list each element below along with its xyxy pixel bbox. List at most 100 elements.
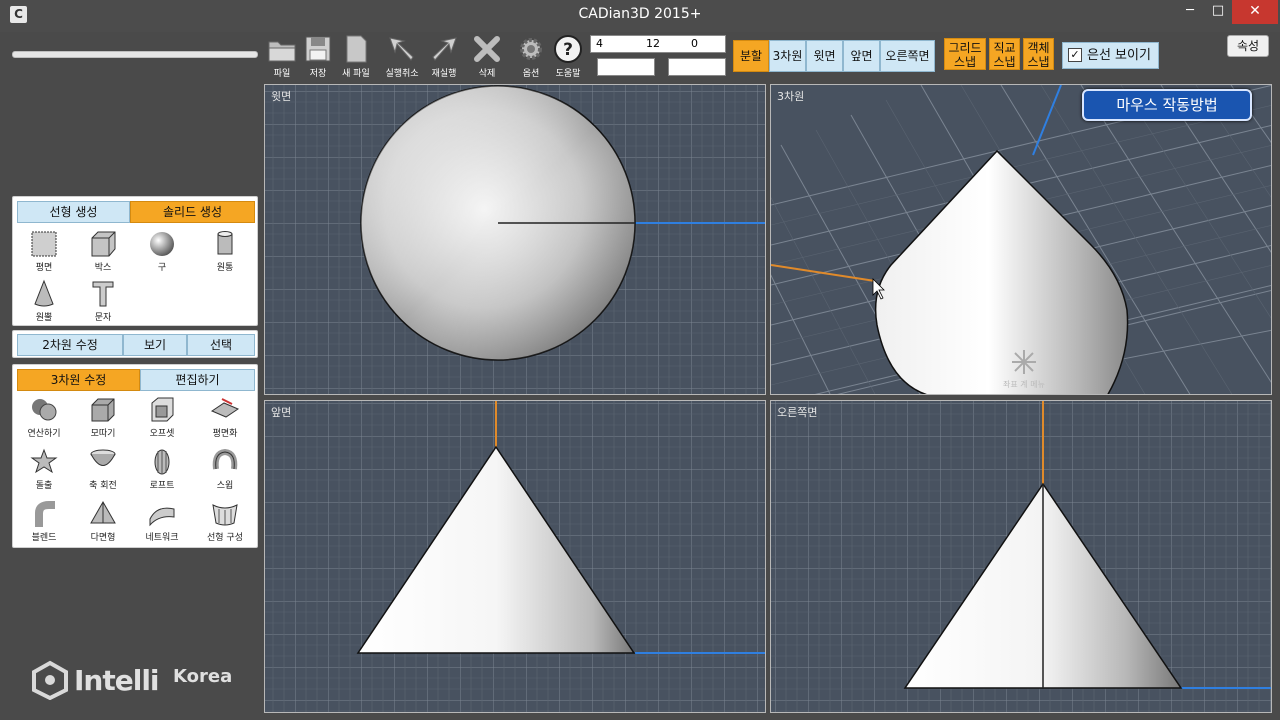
network-tool[interactable]: 네트워크 (134, 499, 190, 549)
help-icon: ? (554, 35, 582, 63)
extrude-label: 돌출 (35, 481, 53, 491)
blend-label: 블렌드 (31, 533, 57, 543)
hidden-line-checkbox[interactable]: ✓ (1068, 48, 1082, 62)
intelli-korea-logo: Intelli Korea (30, 660, 250, 704)
help-button[interactable]: ? 도움말 (548, 32, 588, 80)
tab-edit[interactable]: 편집하기 (140, 369, 255, 391)
sphere-tool[interactable]: 구 (134, 229, 190, 279)
minimize-button[interactable]: ─ (1176, 0, 1204, 24)
flatten-tool[interactable]: 평면화 (197, 395, 253, 445)
new-file-button[interactable]: 새 파일 (336, 32, 376, 80)
blend-pipe-icon (35, 501, 55, 527)
coord-z: 0 (691, 37, 698, 50)
hidden-line-toggle[interactable]: ✓ 은선 보이기 (1062, 42, 1159, 69)
coord-input-b[interactable] (668, 58, 726, 76)
viewport-right-label: 오른쪽면 (777, 406, 818, 419)
viewport-top-canvas (265, 85, 765, 394)
chamfer-label: 모따기 (90, 429, 116, 439)
tab-view[interactable]: 보기 (123, 334, 187, 356)
box-tool[interactable]: 박스 (75, 229, 131, 279)
polyhedron-tool[interactable]: 다면형 (75, 499, 131, 549)
undo-button[interactable]: 실행취소 (382, 32, 422, 80)
sphere-label: 구 (157, 263, 167, 273)
help-label: 도움말 (555, 69, 581, 79)
tab-line-create[interactable]: 선형 생성 (17, 201, 130, 223)
plane-tool[interactable]: 평면 (16, 229, 72, 279)
view-3d-button[interactable]: 3차원 (769, 40, 806, 72)
split-view-button[interactable]: 분할 (733, 40, 769, 72)
flatten-icon (210, 398, 240, 418)
right-view-button[interactable]: 오른쪽면 (880, 40, 935, 72)
properties-button[interactable]: 속성 (1227, 35, 1269, 57)
cylinder-icon (217, 231, 233, 255)
ortho-snap-button[interactable]: 직교 스냅 (989, 38, 1020, 70)
coordinate-menu-watermark: 좌표 계 메뉴 (994, 347, 1054, 394)
extrude-star-icon (30, 448, 58, 474)
modify3d-panel: 3차원 수정 편집하기 연산하기 모따기 오프셋 평면화 돌출 축 회전 로프트… (12, 364, 258, 548)
cone-tool[interactable]: 원뿔 (16, 279, 72, 329)
text-label: 문자 (94, 313, 112, 323)
loft-tool[interactable]: 로프트 (134, 447, 190, 497)
cylinder-label: 원통 (216, 263, 234, 273)
sweep-label: 스윕 (216, 481, 234, 491)
delete-button[interactable]: 삭제 (467, 32, 507, 80)
cylinder-tool[interactable]: 원통 (197, 229, 253, 279)
chamfer-tool[interactable]: 모따기 (75, 395, 131, 445)
new-file-label: 새 파일 (342, 69, 370, 79)
box-label: 박스 (94, 263, 112, 273)
offset-tool[interactable]: 오프셋 (134, 395, 190, 445)
plane-label: 평면 (35, 263, 53, 273)
boolean-spheres-icon (32, 399, 57, 421)
network-label: 네트워크 (145, 533, 179, 543)
viewport-top[interactable]: 윗면 (264, 84, 766, 395)
sweep-tool[interactable]: 스윕 (197, 447, 253, 497)
network-surface-icon (149, 507, 175, 527)
coord-x: 4 (596, 37, 603, 50)
viewport-front-label: 앞면 (271, 406, 292, 419)
boolean-tool[interactable]: 연산하기 (16, 395, 72, 445)
options-gear-icon (520, 38, 542, 60)
top-view-button[interactable]: 윗면 (806, 40, 843, 72)
revolve-funnel-icon (90, 449, 116, 466)
tab-2d-modify[interactable]: 2차원 수정 (17, 334, 123, 356)
plane-icon (31, 231, 57, 257)
offset-label: 오프셋 (149, 429, 175, 439)
object-snap-label-2: 스냅 (1027, 55, 1050, 69)
coord-xyz-field[interactable]: 4 12 0 (590, 35, 726, 53)
viewport-3d[interactable]: 3차원 마우스 작동방법 좌표 계 메뉴 (770, 84, 1272, 395)
cone-icon (34, 279, 54, 307)
grid-snap-button[interactable]: 그리드 스냅 (944, 38, 986, 70)
tab-select[interactable]: 선택 (187, 334, 255, 356)
line-compose-tool[interactable]: 선형 구성 (197, 499, 253, 549)
viewport-front[interactable]: 앞면 (264, 400, 766, 713)
maximize-button[interactable]: □ (1204, 0, 1232, 24)
mouse-help-button[interactable]: 마우스 작동방법 (1082, 89, 1252, 121)
text-tool[interactable]: 문자 (75, 279, 131, 329)
extrude-tool[interactable]: 돌출 (16, 447, 72, 497)
line-compose-icon (212, 504, 238, 526)
close-button[interactable]: ✕ (1232, 0, 1278, 24)
flatten-label: 평면화 (212, 429, 238, 439)
cone-label: 원뿔 (35, 313, 53, 323)
object-snap-button[interactable]: 객체 스냅 (1023, 38, 1054, 70)
loft-icon (154, 449, 170, 475)
box-icon (91, 231, 116, 257)
grid-snap-label-2: 스냅 (953, 55, 977, 69)
front-view-button[interactable]: 앞면 (843, 40, 880, 72)
viewport-right-canvas (771, 401, 1271, 712)
coord-input-a[interactable] (597, 58, 655, 76)
object-snap-label-1: 객체 (1027, 41, 1050, 55)
sphere-icon (150, 232, 174, 256)
sweep-ring-icon (212, 448, 238, 470)
viewport-right[interactable]: 오른쪽면 (770, 400, 1272, 713)
revolve-label: 축 회전 (89, 481, 117, 491)
line-compose-label: 선형 구성 (207, 533, 243, 543)
redo-button[interactable]: 재실행 (424, 32, 464, 80)
revolve-tool[interactable]: 축 회전 (75, 447, 131, 497)
svg-text:?: ? (563, 40, 573, 60)
tab-solid-create[interactable]: 솔리드 생성 (130, 201, 255, 223)
blend-tool[interactable]: 블렌드 (16, 499, 72, 549)
tab-3d-modify[interactable]: 3차원 수정 (17, 369, 140, 391)
progress-bar (12, 51, 258, 58)
chamfer-icon (91, 398, 115, 422)
